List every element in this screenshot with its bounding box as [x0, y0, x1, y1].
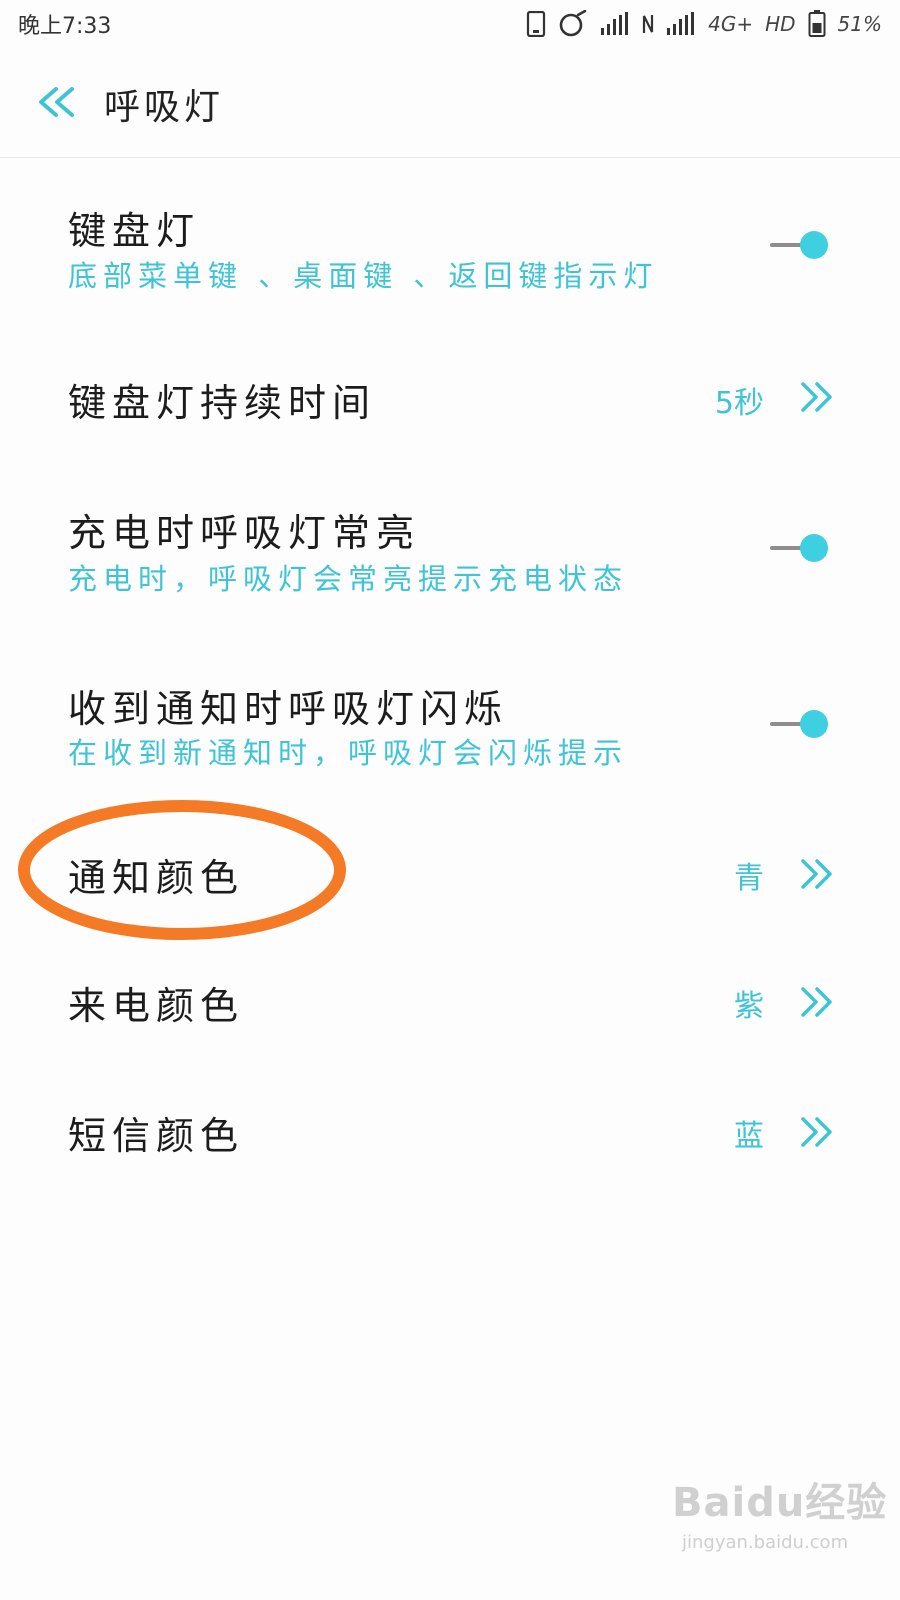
setting-row-sms-color[interactable]: 短信颜色 蓝: [0, 1075, 900, 1195]
setting-title: 收到通知时呼吸灯闪烁: [68, 687, 509, 731]
setting-subtitle: 充电时，呼吸灯会常亮提示充电状态: [68, 562, 629, 596]
setting-row-call-color[interactable]: 来电颜色 紫: [0, 945, 900, 1065]
setting-title: 键盘灯: [68, 209, 201, 253]
setting-value: 青: [734, 861, 764, 896]
double-chevron-right-icon: [801, 859, 832, 889]
status-bar: 晚上7:33 4G+ HD 51%: [0, 0, 900, 48]
watermark-url: jingyan.baidu.com: [682, 1532, 849, 1553]
double-chevron-right-icon: [801, 1117, 832, 1147]
battery-level: 51%: [837, 12, 882, 36]
status-time: 晚上7:33: [18, 14, 112, 39]
network-type: 4G+: [708, 12, 754, 36]
setting-value: 蓝: [734, 1119, 764, 1154]
page-title: 呼吸灯: [104, 87, 225, 128]
setting-subtitle: 底部菜单键 、桌面键 、返回键指示灯: [68, 259, 659, 293]
setting-row-keyboard-light-duration[interactable]: 键盘灯持续时间 5秒: [0, 340, 900, 460]
setting-title: 来电颜色: [68, 984, 245, 1028]
phone-icon: [526, 11, 546, 37]
setting-title: 短信颜色: [68, 1114, 245, 1158]
setting-value: 紫: [734, 989, 764, 1024]
setting-title: 键盘灯持续时间: [68, 381, 377, 425]
double-chevron-right-icon: [801, 987, 832, 1017]
battery-icon: [808, 10, 826, 38]
alarm-icon: [558, 10, 588, 38]
setting-title: 通知颜色: [68, 856, 245, 900]
charging-breathing-light-toggle[interactable]: [770, 531, 832, 565]
setting-row-charging-breathing-light[interactable]: 充电时呼吸灯常亮 充电时，呼吸灯会常亮提示充电状态: [0, 478, 900, 628]
back-button[interactable]: [36, 86, 78, 118]
signal-icon-1: [600, 11, 630, 37]
toggle-knob: [800, 710, 828, 738]
double-chevron-left-icon: [39, 87, 74, 117]
hd-indicator: HD: [765, 12, 796, 36]
watermark-brand: Baidu经验: [672, 1480, 888, 1526]
keyboard-light-toggle[interactable]: [770, 228, 832, 262]
header: 呼吸灯: [0, 48, 900, 158]
baidu-watermark: Baidu经验 jingyan.baidu.com: [672, 1470, 892, 1580]
signal-icon-2: [666, 11, 696, 37]
nfc-icon: [642, 13, 654, 35]
double-chevron-right-icon: [801, 382, 832, 412]
notification-blink-toggle[interactable]: [770, 707, 832, 741]
setting-row-notification-color[interactable]: 通知颜色 青: [0, 815, 900, 935]
toggle-knob: [800, 534, 828, 562]
toggle-knob: [800, 231, 828, 259]
status-icons: 4G+ HD 51%: [526, 10, 882, 38]
setting-subtitle: 在收到新通知时，呼吸灯会闪烁提示: [68, 736, 629, 770]
setting-row-notification-blink[interactable]: 收到通知时呼吸灯闪烁 在收到新通知时，呼吸灯会闪烁提示: [0, 652, 900, 802]
setting-title: 充电时呼吸灯常亮: [68, 511, 421, 555]
setting-row-keyboard-light[interactable]: 键盘灯 底部菜单键 、桌面键 、返回键指示灯: [0, 175, 900, 325]
setting-value: 5秒: [714, 386, 764, 421]
